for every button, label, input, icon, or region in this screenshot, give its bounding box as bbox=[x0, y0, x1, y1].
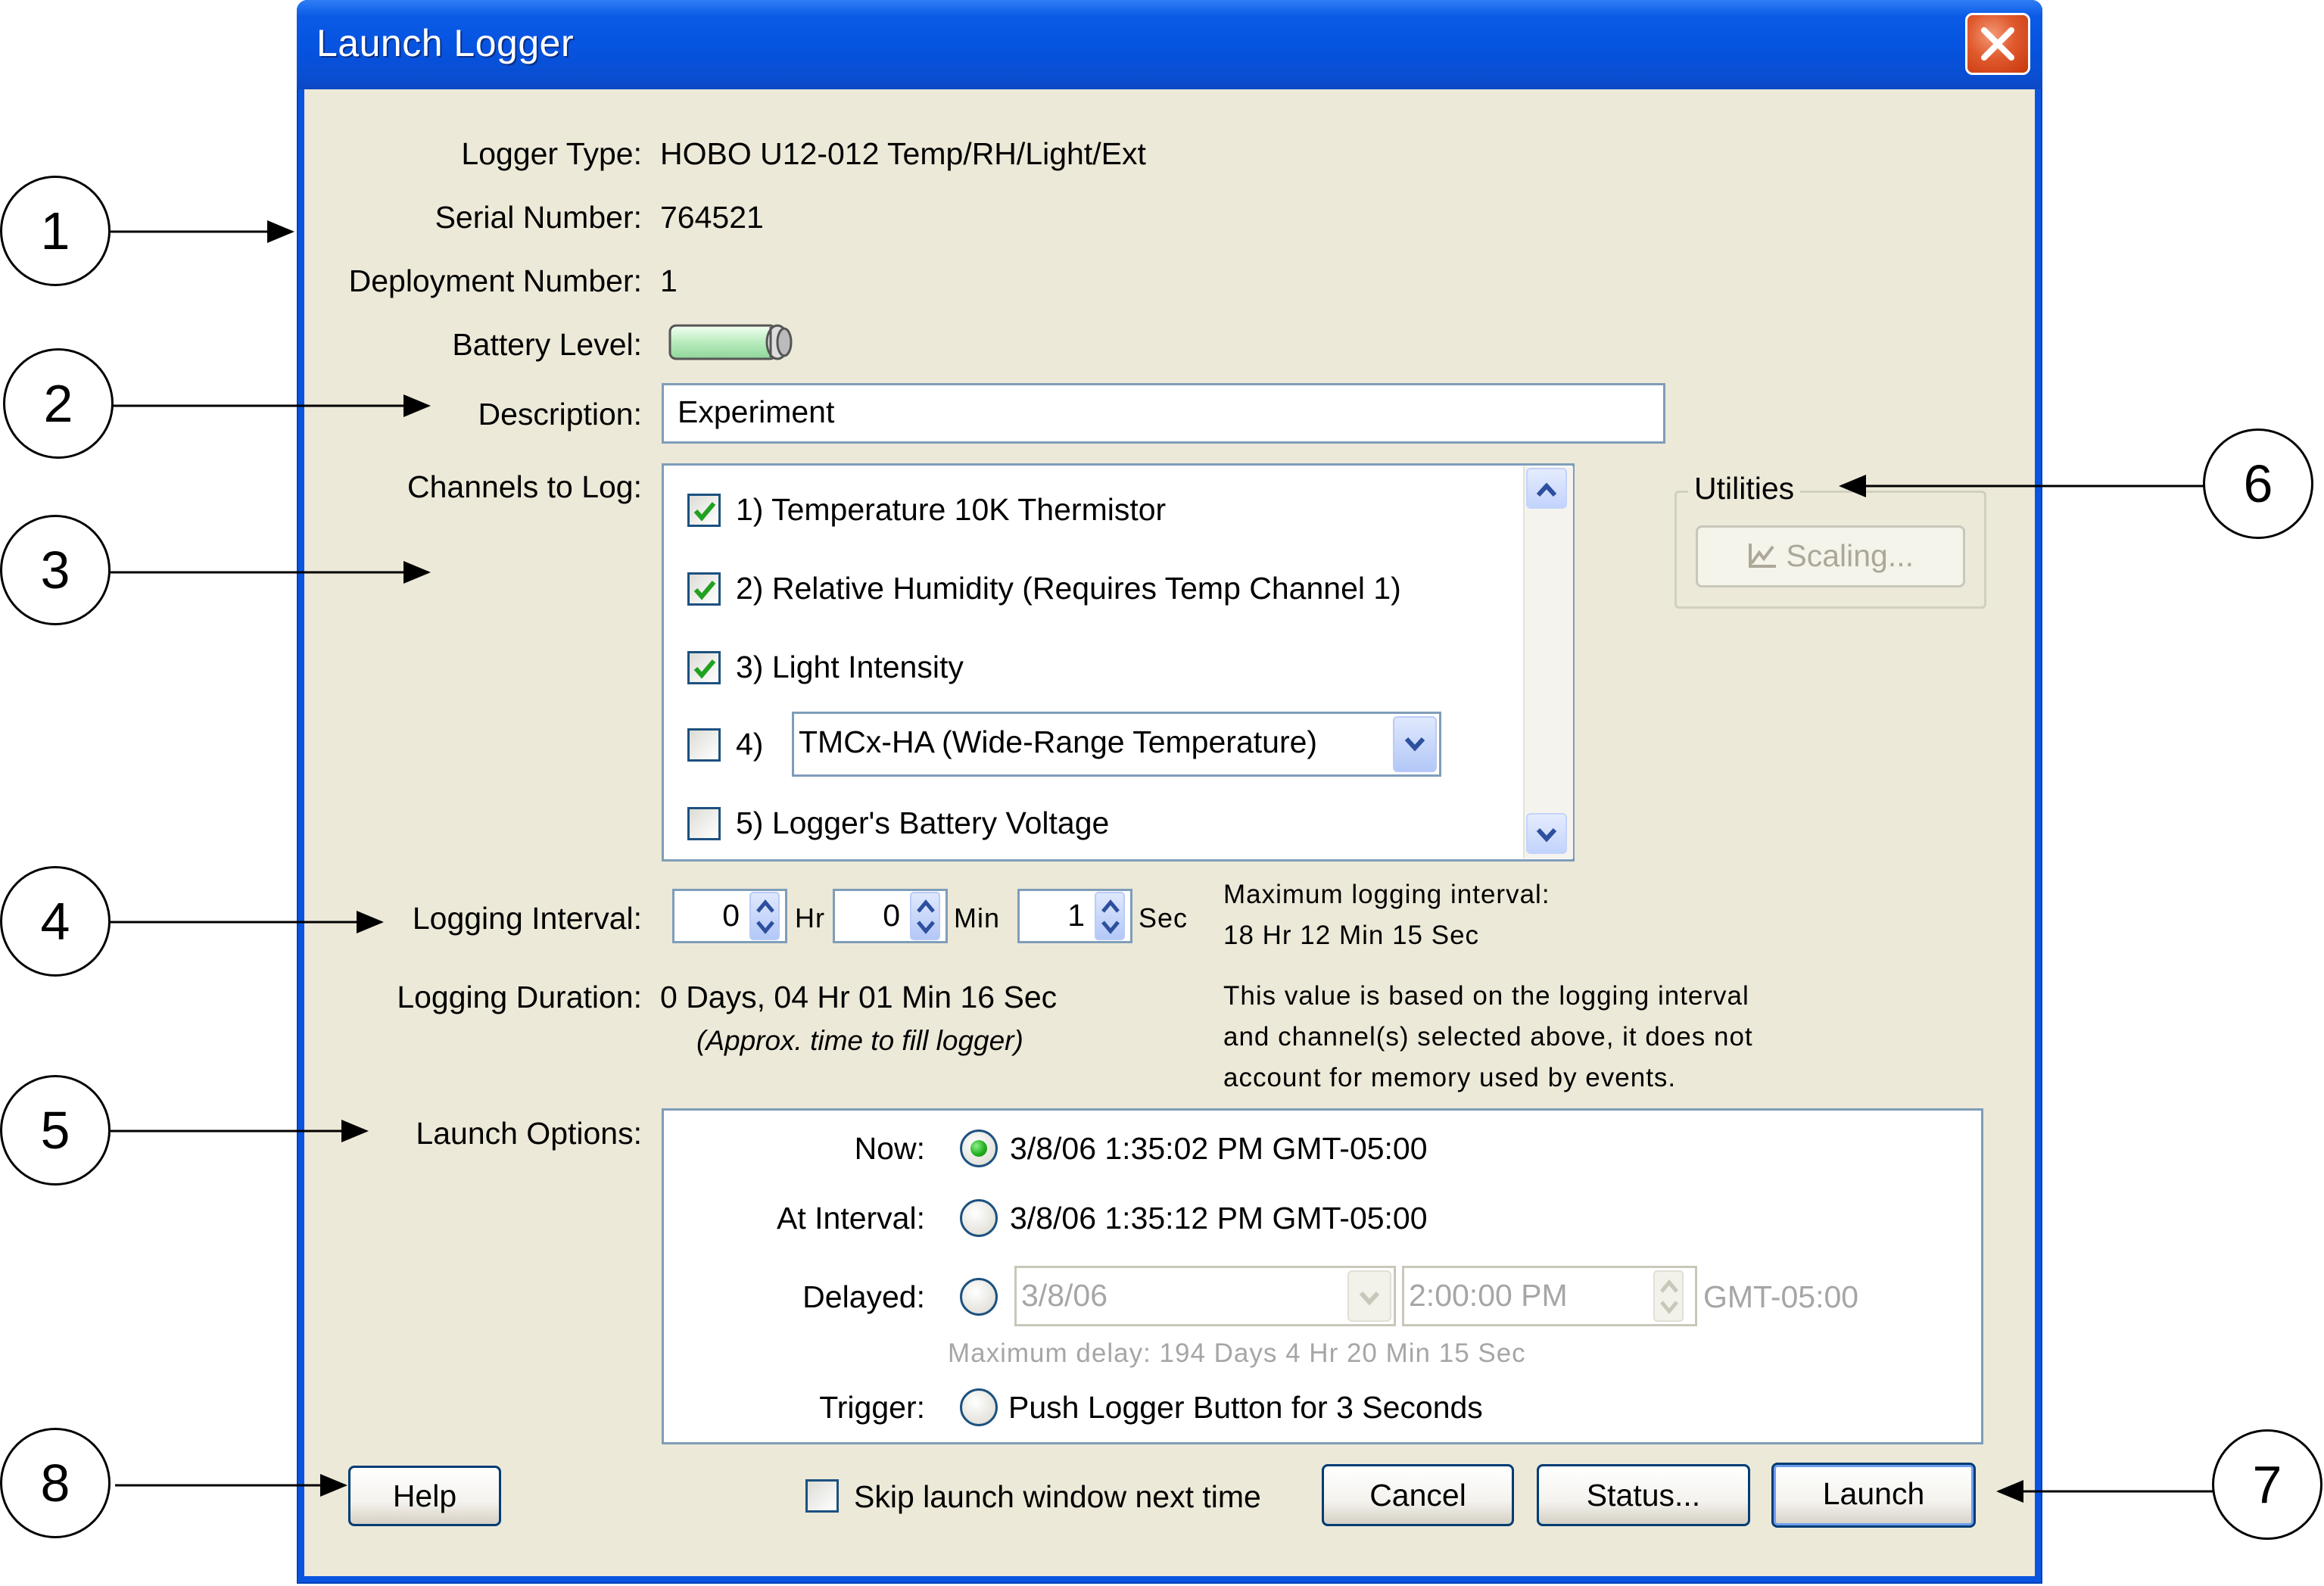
delayed-timezone: GMT-05:00 bbox=[1703, 1279, 1859, 1314]
launch-options-label: Launch Options: bbox=[416, 1116, 642, 1151]
channel-4-checkbox[interactable] bbox=[687, 728, 721, 762]
help-button[interactable]: Help bbox=[348, 1466, 501, 1526]
delayed-time-value: 2:00:00 PM bbox=[1409, 1278, 1568, 1313]
logging-interval-label: Logging Interval: bbox=[412, 901, 642, 936]
skip-launch-window-checkbox[interactable] bbox=[805, 1479, 839, 1513]
scaling-button-label: Scaling... bbox=[1786, 538, 1914, 573]
interval-seconds-value: 1 bbox=[1067, 898, 1085, 933]
duration-explanation-line-1: This value is based on the logging inter… bbox=[1223, 981, 1749, 1011]
channel-1-label: 1) Temperature 10K Thermistor bbox=[736, 492, 1167, 527]
seconds-stepper-buttons[interactable] bbox=[1095, 892, 1125, 940]
at-interval-radio[interactable] bbox=[960, 1199, 998, 1237]
delayed-date-value: 3/8/06 bbox=[1021, 1278, 1107, 1313]
callout-6: 6 bbox=[2203, 428, 2313, 539]
radio-selected-dot bbox=[970, 1140, 987, 1157]
interval-hours-value: 0 bbox=[722, 898, 740, 933]
scroll-down-button[interactable] bbox=[1526, 813, 1567, 854]
deployment-number-value: 1 bbox=[660, 263, 678, 298]
trigger-value: Push Logger Button for 3 Seconds bbox=[1008, 1390, 1483, 1425]
serial-number-value: 764521 bbox=[660, 200, 764, 235]
dropdown-button[interactable] bbox=[1347, 1270, 1391, 1322]
skip-launch-window-label: Skip launch window next time bbox=[854, 1479, 1261, 1514]
channel-5-label: 5) Logger's Battery Voltage bbox=[736, 805, 1110, 840]
dropdown-button[interactable] bbox=[1393, 716, 1437, 772]
now-value: 3/8/06 1:35:02 PM GMT-05:00 bbox=[1010, 1131, 1428, 1166]
max-interval-label: Maximum logging interval: bbox=[1223, 880, 1550, 909]
at-interval-value: 3/8/06 1:35:12 PM GMT-05:00 bbox=[1010, 1201, 1428, 1235]
chevron-down-icon bbox=[1359, 1291, 1380, 1306]
utilities-group-label: Utilities bbox=[1688, 471, 1801, 506]
callout-2: 2 bbox=[3, 348, 114, 459]
duration-explanation-line-3: account for memory used by events. bbox=[1223, 1063, 1677, 1092]
channel-4-select-value: TMCx-HA (Wide-Range Temperature) bbox=[799, 724, 1318, 759]
window-title: Launch Logger bbox=[316, 22, 575, 64]
up-down-arrows-icon bbox=[1101, 899, 1120, 934]
status-button[interactable]: Status... bbox=[1537, 1464, 1750, 1526]
now-option-label: Now: bbox=[854, 1131, 925, 1166]
scroll-up-button[interactable] bbox=[1526, 468, 1567, 509]
trigger-option-label: Trigger: bbox=[819, 1390, 925, 1425]
close-icon bbox=[1981, 27, 2014, 61]
up-down-arrows-icon bbox=[756, 899, 774, 934]
trigger-radio[interactable] bbox=[960, 1388, 998, 1426]
callout-8: 8 bbox=[0, 1428, 111, 1538]
now-radio[interactable] bbox=[960, 1130, 998, 1167]
channel-3-checkbox[interactable] bbox=[687, 651, 721, 684]
channel-4-sensor-select[interactable]: TMCx-HA (Wide-Range Temperature) bbox=[792, 712, 1441, 777]
delayed-radio[interactable] bbox=[960, 1278, 998, 1316]
battery-level-label: Battery Level: bbox=[452, 327, 642, 362]
callout-7: 7 bbox=[2212, 1429, 2322, 1540]
chevron-down-icon bbox=[1536, 827, 1557, 843]
up-down-arrows-icon bbox=[1660, 1279, 1678, 1314]
channel-5-checkbox[interactable] bbox=[687, 807, 721, 840]
logging-duration-note: (Approx. time to fill logger) bbox=[696, 1025, 1023, 1056]
cancel-button[interactable]: Cancel bbox=[1322, 1464, 1514, 1526]
minutes-unit: Min bbox=[954, 902, 1001, 933]
delayed-time-stepper-buttons[interactable] bbox=[1653, 1270, 1684, 1322]
seconds-unit: Sec bbox=[1139, 902, 1188, 933]
up-down-arrows-icon bbox=[917, 899, 935, 934]
scaling-button[interactable]: Scaling... bbox=[1696, 525, 1965, 587]
chevron-down-icon bbox=[1404, 737, 1425, 752]
callout-5: 5 bbox=[0, 1075, 111, 1186]
serial-number-label: Serial Number: bbox=[435, 200, 642, 235]
callout-3: 3 bbox=[0, 515, 111, 625]
battery-icon bbox=[668, 319, 804, 370]
launch-button[interactable]: Launch bbox=[1771, 1463, 1976, 1528]
hours-unit: Hr bbox=[795, 902, 825, 933]
logging-duration-label: Logging Duration: bbox=[397, 980, 642, 1014]
close-button[interactable] bbox=[1965, 13, 2030, 75]
callout-4: 4 bbox=[0, 866, 111, 977]
interval-minutes-value: 0 bbox=[883, 898, 900, 933]
callout-1: 1 bbox=[0, 176, 111, 286]
chart-icon bbox=[1748, 544, 1776, 568]
channels-label: Channels to Log: bbox=[407, 469, 642, 504]
delayed-option-label: Delayed: bbox=[802, 1279, 925, 1314]
channels-scrollbar[interactable] bbox=[1523, 466, 1573, 858]
logger-type-label: Logger Type: bbox=[461, 136, 642, 171]
description-input[interactable]: Experiment bbox=[662, 383, 1665, 444]
max-interval-value: 18 Hr 12 Min 15 Sec bbox=[1223, 921, 1480, 950]
channel-4-label: 4) bbox=[736, 727, 764, 762]
deployment-number-label: Deployment Number: bbox=[348, 263, 642, 298]
max-delay-text: Maximum delay: 194 Days 4 Hr 20 Min 15 S… bbox=[948, 1338, 1526, 1368]
channel-1-checkbox[interactable] bbox=[687, 494, 721, 527]
chevron-up-icon bbox=[1536, 482, 1557, 497]
channel-3-label: 3) Light Intensity bbox=[736, 650, 964, 684]
channel-2-checkbox[interactable] bbox=[687, 572, 721, 606]
channel-2-label: 2) Relative Humidity (Requires Temp Chan… bbox=[736, 571, 1401, 606]
checkmark-icon bbox=[693, 659, 716, 679]
description-label: Description: bbox=[478, 397, 642, 432]
checkmark-icon bbox=[693, 581, 716, 600]
logging-duration-value: 0 Days, 04 Hr 01 Min 16 Sec bbox=[660, 980, 1058, 1014]
title-bar[interactable]: Launch Logger bbox=[297, 0, 2042, 89]
duration-explanation-line-2: and channel(s) selected above, it does n… bbox=[1223, 1022, 1753, 1052]
at-interval-option-label: At Interval: bbox=[777, 1201, 925, 1235]
minutes-stepper-buttons[interactable] bbox=[910, 892, 940, 940]
delayed-date-select[interactable]: 3/8/06 bbox=[1014, 1266, 1396, 1326]
logger-type-value: HOBO U12-012 Temp/RH/Light/Ext bbox=[660, 136, 1146, 171]
hours-stepper-buttons[interactable] bbox=[749, 892, 780, 940]
checkmark-icon bbox=[693, 502, 716, 522]
